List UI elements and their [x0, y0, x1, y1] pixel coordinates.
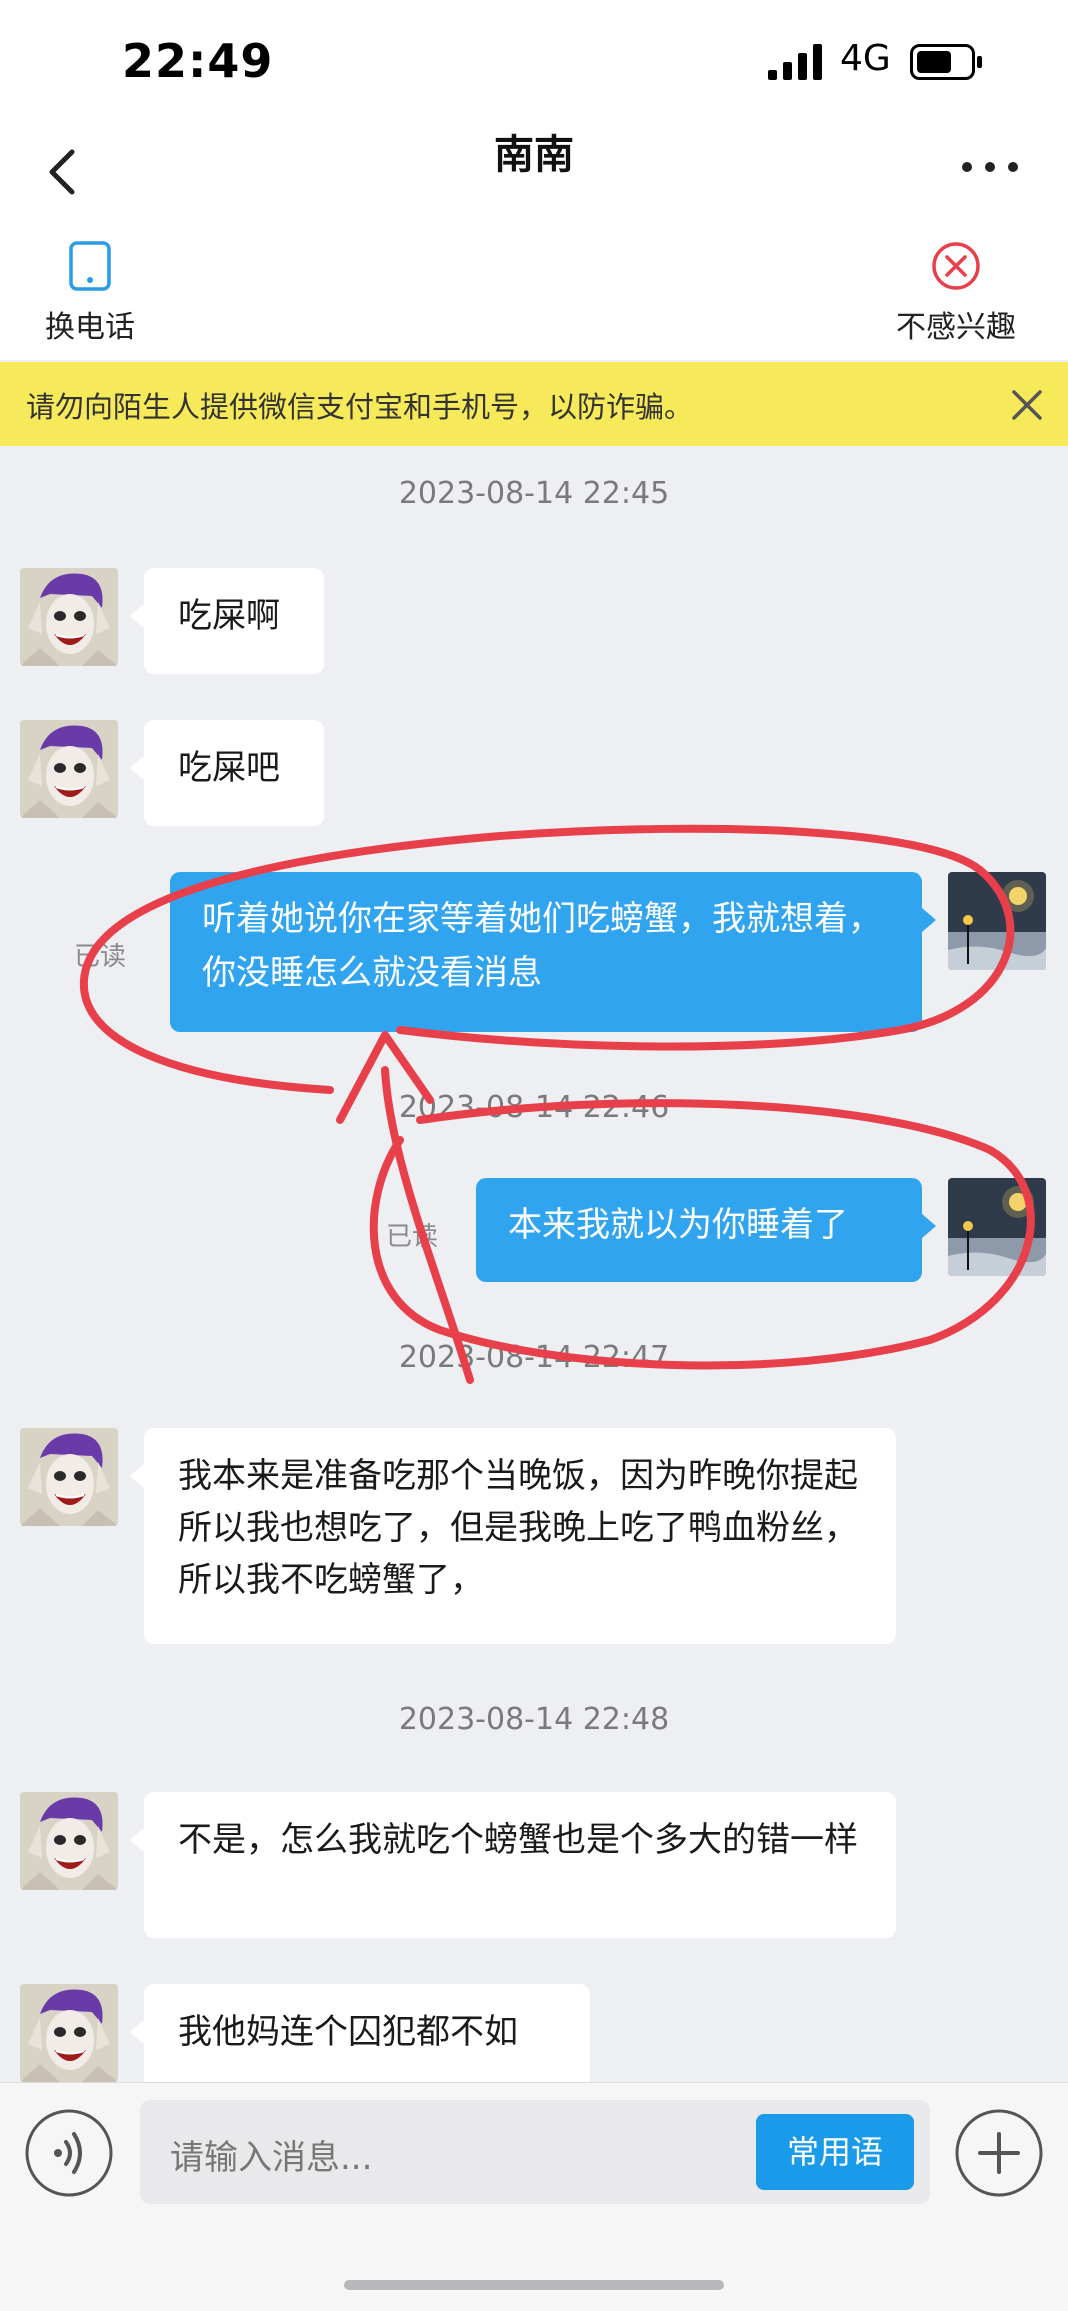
chat-title: 南南: [494, 132, 574, 178]
avatar-contact[interactable]: [20, 720, 118, 818]
notice-text: 请勿向陌生人提供微信支付宝和手机号，以防诈骗。: [26, 390, 694, 424]
avatar-contact[interactable]: [20, 1984, 118, 2082]
message-incoming[interactable]: 吃屎吧: [130, 720, 324, 826]
avatar-contact[interactable]: [20, 1792, 118, 1890]
signal-icon: [768, 44, 822, 80]
message-incoming[interactable]: 我本来是准备吃那个当晚饭，因为昨晚你提起所以我也想吃了，但是我晚上吃了鸭血粉丝，…: [130, 1428, 896, 1644]
message-outgoing[interactable]: 听着她说你在家等着她们吃螃蟹，我就想着，你没睡怎么就没看消息: [170, 872, 936, 1032]
message-input-placeholder: 请输入消息...: [170, 2138, 373, 2178]
avatar-contact[interactable]: [20, 568, 118, 666]
message-text: 听着她说你在家等着她们吃螃蟹，我就想着，你没睡怎么就没看消息: [202, 899, 882, 993]
message-text: 吃屎啊: [178, 596, 280, 636]
not-interested-label: 不感兴趣: [896, 310, 1016, 345]
annotation-arrow: [336, 1031, 474, 1384]
switch-phone-label: 换电话: [45, 310, 135, 345]
switch-phone-button[interactable]: 换电话: [30, 240, 150, 350]
message-outgoing[interactable]: 本来我就以为你睡着了: [476, 1178, 936, 1282]
read-status: 已读: [386, 1222, 439, 1252]
close-icon[interactable]: [1010, 388, 1044, 422]
avatar-self[interactable]: [948, 1178, 1046, 1276]
phone-icon: [69, 241, 111, 291]
plus-icon[interactable]: [954, 2108, 1044, 2198]
message-text: 本来我就以为你睡着了: [508, 1205, 848, 1245]
home-indicator: [344, 2280, 724, 2290]
message-incoming[interactable]: 吃屎啊: [130, 568, 324, 674]
timestamp: 2023-08-14 22:46: [398, 1090, 670, 1125]
timestamp: 2023-08-14 22:47: [398, 1340, 670, 1375]
message-text: 不是，怎么我就吃个螃蟹也是个多大的错一样: [178, 1820, 858, 1860]
message-text: 我他妈连个囚犯都不如: [178, 2012, 518, 2052]
not-interested-button[interactable]: 不感兴趣: [886, 240, 1026, 350]
more-icon[interactable]: [960, 160, 1020, 174]
network-type: 4G: [840, 38, 891, 79]
common-phrases-button[interactable]: 常用语: [756, 2114, 914, 2190]
status-time: 22:49: [122, 34, 274, 88]
timestamp: 2023-08-14 22:45: [398, 476, 670, 511]
message-incoming[interactable]: 我他妈连个囚犯都不如: [130, 1984, 590, 2090]
message-text: 吃屎吧: [178, 748, 280, 788]
message-incoming[interactable]: 不是，怎么我就吃个螃蟹也是个多大的错一样: [130, 1792, 896, 1938]
timestamp: 2023-08-14 22:48: [398, 1702, 670, 1737]
read-status: 已读: [74, 942, 127, 972]
message-text: 我本来是准备吃那个当晚饭，因为昨晚你提起所以我也想吃了，但是我晚上吃了鸭血粉丝，…: [178, 1456, 858, 1600]
battery-icon: [910, 44, 982, 80]
close-circle-icon: [932, 242, 980, 290]
voice-icon[interactable]: [24, 2108, 114, 2198]
avatar-self[interactable]: [948, 872, 1046, 970]
avatar-contact[interactable]: [20, 1428, 118, 1526]
